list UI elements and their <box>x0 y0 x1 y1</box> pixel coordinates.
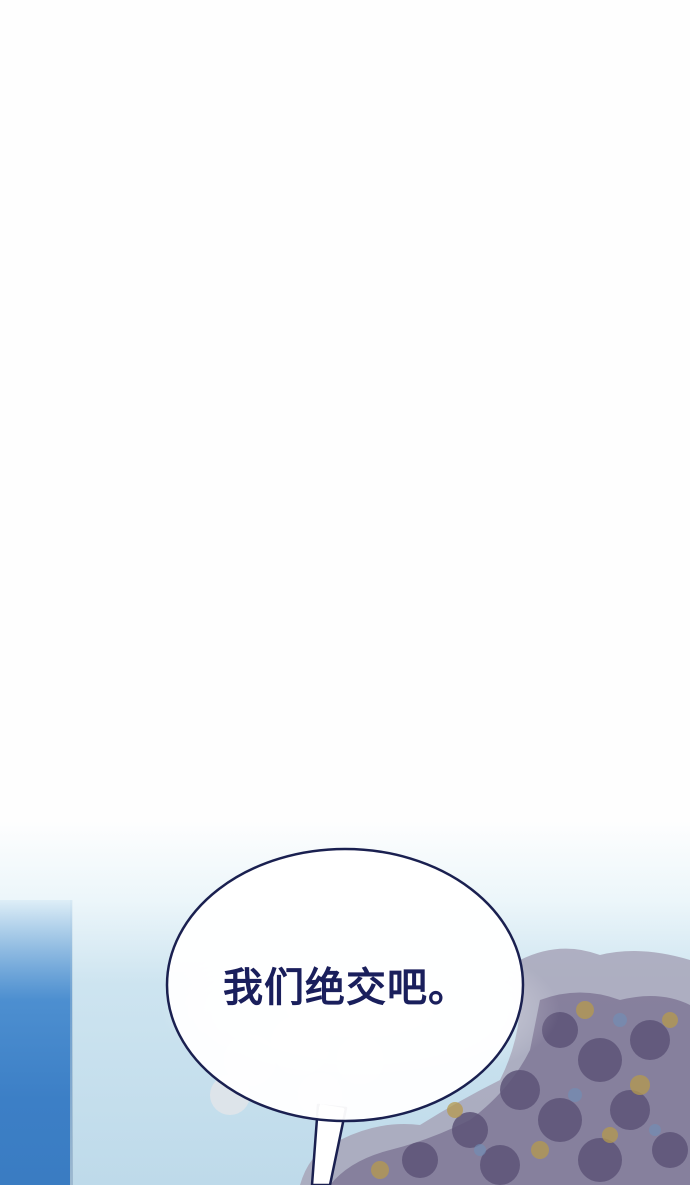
comic-panel: 我们绝交吧。 <box>0 0 690 1185</box>
speech-bubble-text: 我们绝交吧。 <box>223 965 469 1011</box>
